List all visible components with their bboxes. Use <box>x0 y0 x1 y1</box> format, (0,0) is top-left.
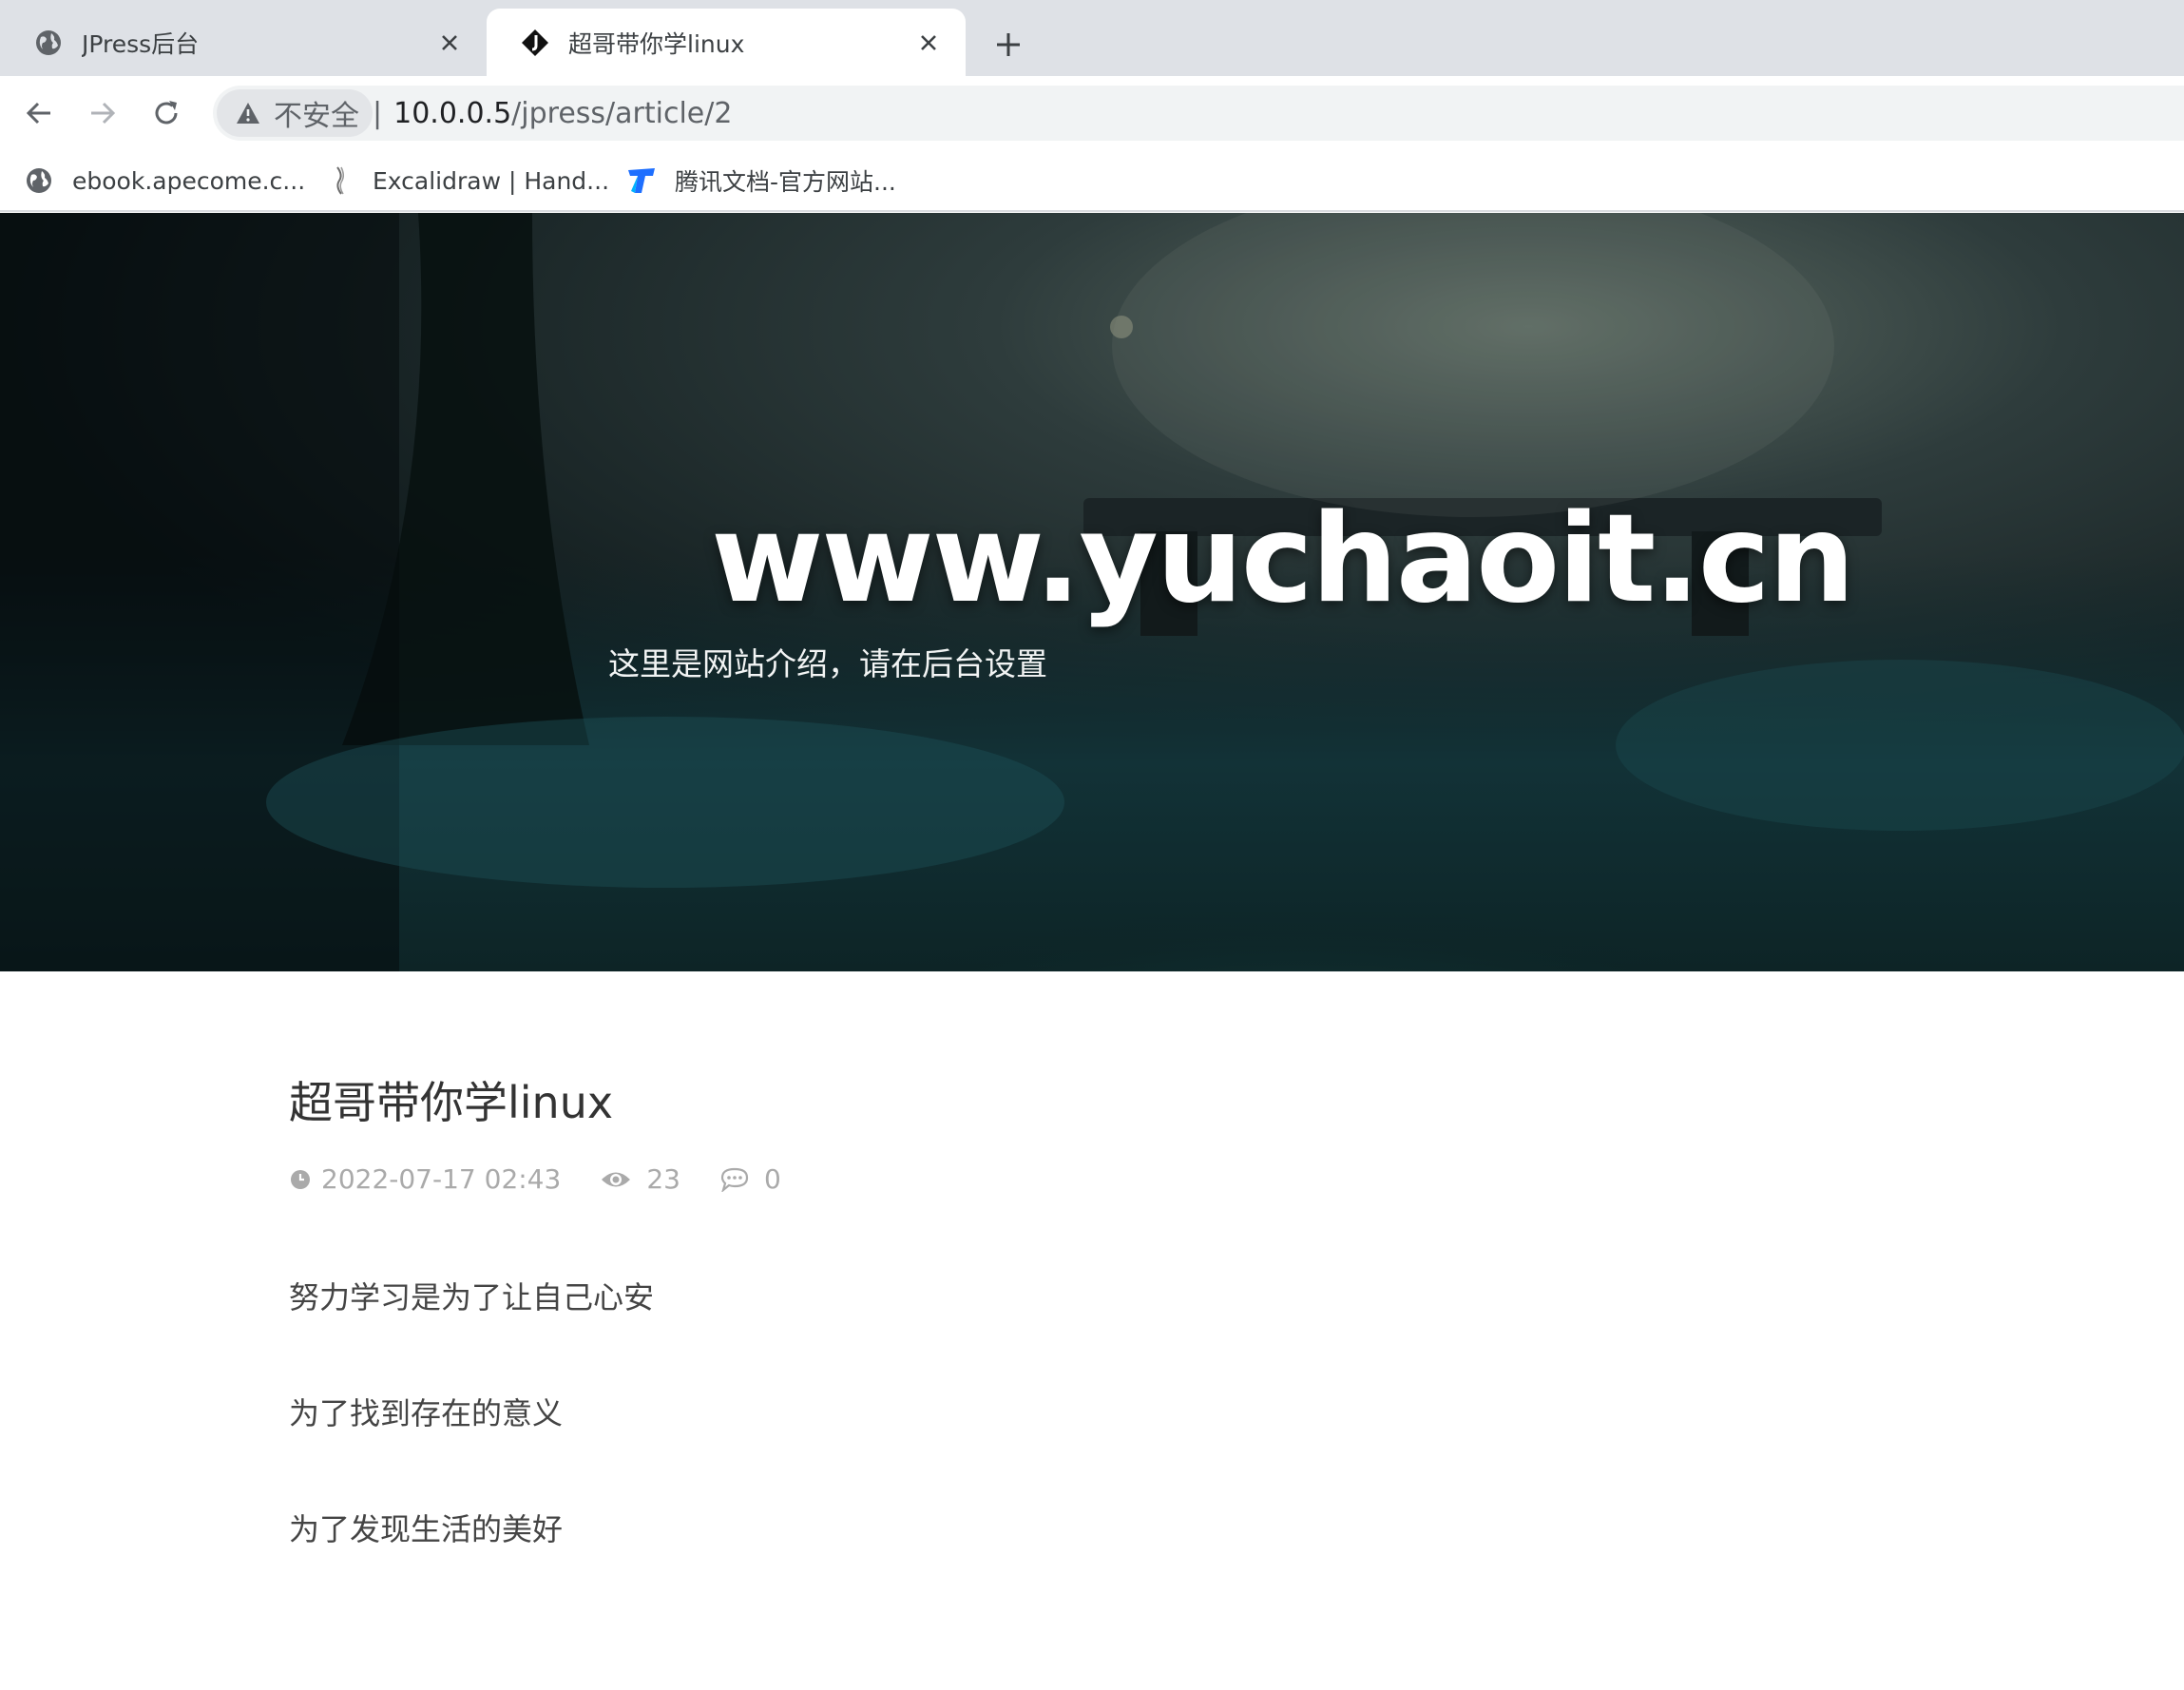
article-body: 努力学习是为了让自己心安 为了找到存在的意义 为了发现生活的美好 <box>289 1278 1619 1548</box>
article-title: 超哥带你学linux <box>289 1077 614 1128</box>
new-tab-button[interactable] <box>988 25 1028 65</box>
url-host: 10.0.0.5 <box>393 96 512 130</box>
bookmark-label: Excalidraw | Hand... <box>373 166 610 195</box>
back-button[interactable] <box>19 93 59 133</box>
bookmark-excalidraw[interactable]: Excalidraw | Hand... <box>323 159 609 202</box>
article-meta: 2022-07-17 02:43 23 0 <box>289 1163 1619 1195</box>
clock-icon <box>289 1168 312 1191</box>
date-text: 2022-07-17 02:43 <box>321 1163 562 1195</box>
tab-title: JPress后台 <box>82 29 200 58</box>
article-paragraph: 努力学习是为了让自己心安 <box>289 1279 655 1316</box>
comment-icon <box>720 1167 749 1192</box>
arrow-right-icon <box>91 102 116 125</box>
close-icon[interactable] <box>914 29 943 57</box>
globe-icon <box>23 164 55 197</box>
comments-text: 0 <box>763 1163 781 1195</box>
reload-button[interactable] <box>146 93 186 133</box>
address-bar[interactable]: 不安全 | 10.0.0.5 /jpress/article/2 <box>213 86 2184 141</box>
security-indicator[interactable]: 不安全 <box>217 89 373 137</box>
bookmark-ebook[interactable]: ebook.apecome.c... <box>23 159 305 202</box>
reload-icon <box>155 101 178 125</box>
site-description: 这里是网站介绍，请在后台设置 <box>608 645 1047 682</box>
bookmarks-bar: ebook.apecome.c... Excalidraw | Hand... … <box>0 149 2184 212</box>
view-count: 23 <box>601 1163 680 1195</box>
arrow-left-icon <box>26 102 50 125</box>
plus-icon <box>997 33 1020 56</box>
tab-article[interactable]: 超哥带你学linux <box>487 9 966 76</box>
tab-jpress-admin[interactable]: JPress后台 <box>0 9 487 76</box>
address-separator: | <box>373 96 383 130</box>
excalidraw-icon <box>323 164 355 197</box>
web-page: www.yuchaoit.cn 这里是网站介绍，请在后台设置 超哥带你学linu… <box>0 213 2184 1690</box>
publish-date: 2022-07-17 02:43 <box>289 1163 561 1195</box>
tencent-docs-icon <box>625 164 658 197</box>
browser-toolbar: 不安全 | 10.0.0.5 /jpress/article/2 <box>0 76 2184 149</box>
tab-title: 超哥带你学linux <box>568 29 745 58</box>
article: 超哥带你学linux 2022-07-17 02:43 23 0 努力学习是为了… <box>289 1068 1619 1626</box>
site-title[interactable]: www.yuchaoit.cn <box>0 489 2184 630</box>
article-paragraph: 为了找到存在的意义 <box>289 1395 564 1431</box>
bookmark-label: ebook.apecome.c... <box>72 166 306 195</box>
bookmark-label: 腾讯文档-官方网站... <box>675 168 896 196</box>
views-text: 23 <box>646 1163 680 1195</box>
comment-count: 0 <box>720 1163 781 1195</box>
globe-icon <box>32 27 65 59</box>
warning-icon <box>236 102 260 125</box>
article-paragraph: 为了发现生活的美好 <box>289 1511 564 1547</box>
bookmark-tencent-docs[interactable]: 腾讯文档-官方网站... <box>625 159 896 202</box>
security-label: 不安全 <box>274 100 359 133</box>
forward-button[interactable] <box>83 93 123 133</box>
eye-icon <box>601 1169 631 1190</box>
tab-strip: JPress后台 超哥带你学linux <box>0 0 2184 76</box>
close-icon[interactable] <box>435 29 464 57</box>
hero-banner: www.yuchaoit.cn 这里是网站介绍，请在后台设置 <box>0 213 2184 971</box>
url-path: /jpress/article/2 <box>511 96 733 130</box>
jpress-logo-icon <box>519 27 551 59</box>
